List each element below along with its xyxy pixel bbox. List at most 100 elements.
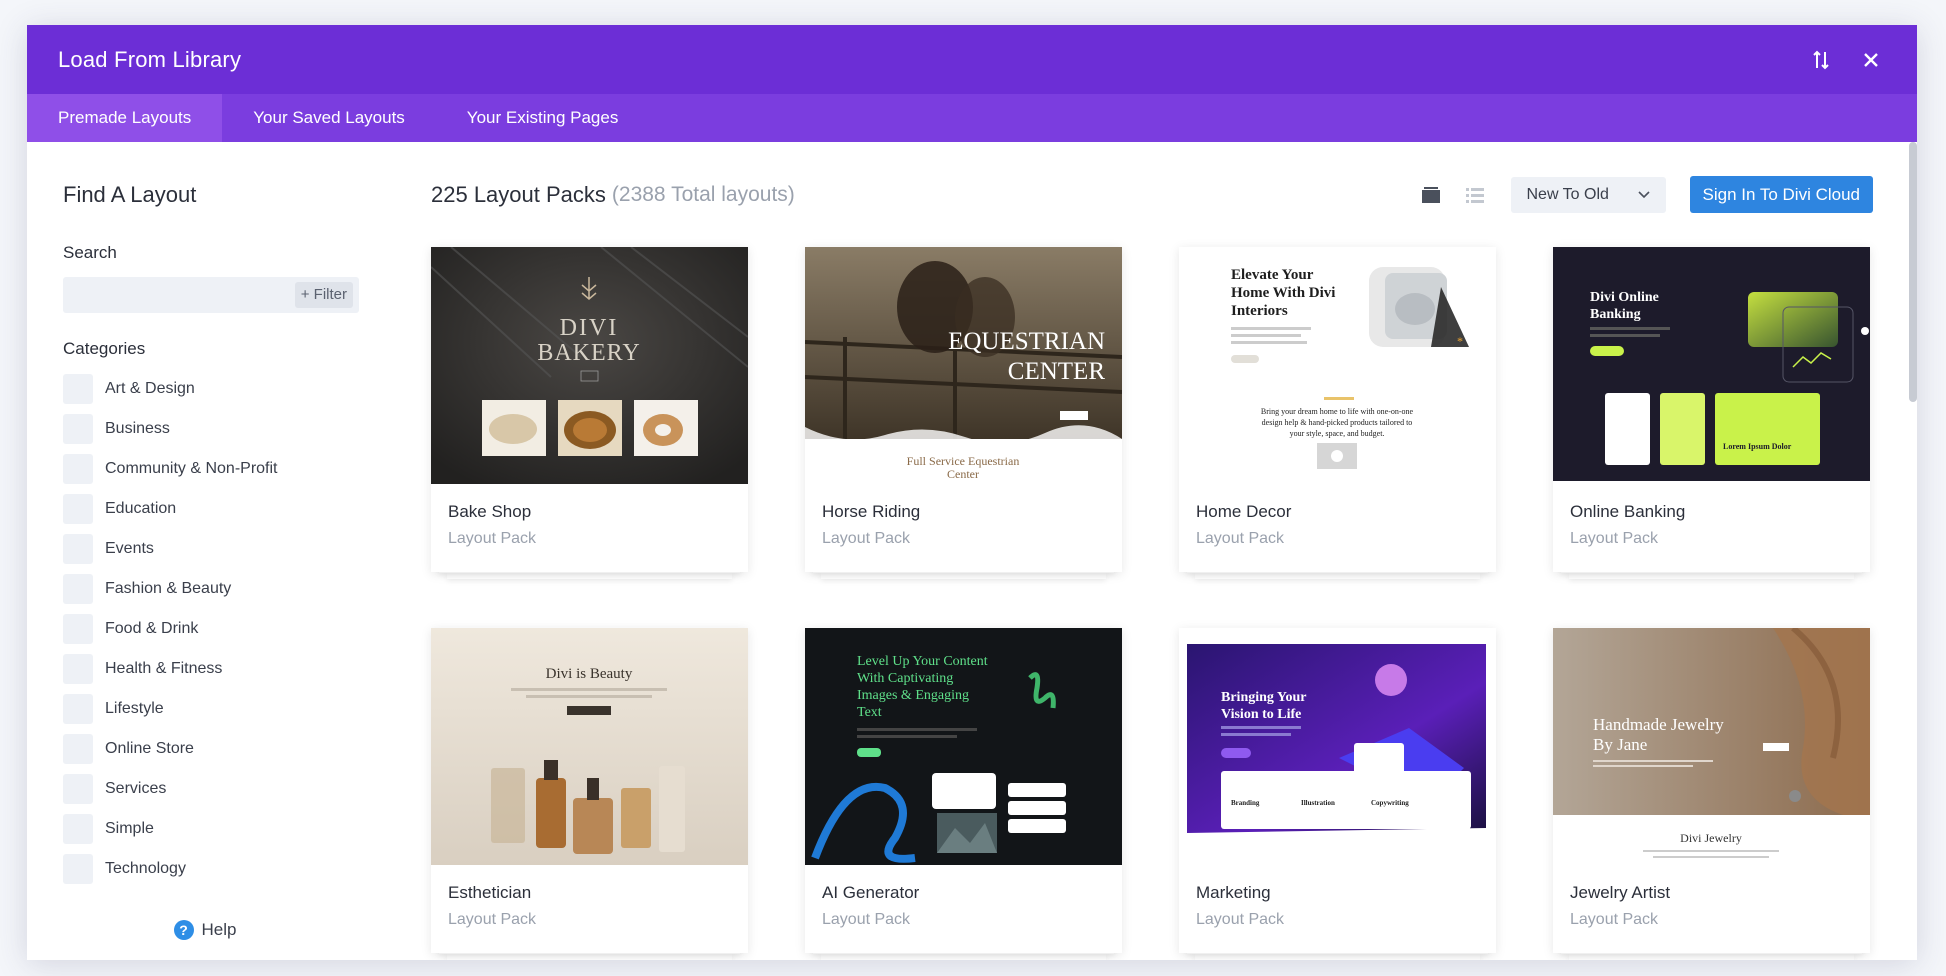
category-checkbox[interactable] bbox=[63, 574, 93, 604]
packs-count: 225 Layout Packs bbox=[431, 181, 606, 207]
layout-thumbnail: Level Up Your Content With Captivating I… bbox=[805, 628, 1122, 865]
sort-select[interactable]: New To Old bbox=[1510, 176, 1666, 213]
category-item-lifestyle[interactable]: Lifestyle bbox=[63, 689, 347, 729]
sort-toggle-icon[interactable] bbox=[1806, 45, 1836, 75]
sign-in-divi-cloud-button[interactable]: Sign In To Divi Cloud bbox=[1689, 176, 1873, 213]
category-label: Events bbox=[105, 540, 154, 557]
scrollbar-thumb[interactable] bbox=[1909, 142, 1917, 402]
modal-titlebar: Load From Library bbox=[27, 25, 1917, 94]
category-item-community[interactable]: Community & Non-Profit bbox=[63, 449, 347, 489]
card-type: Layout Pack bbox=[1196, 911, 1285, 928]
layout-card-home-decor[interactable]: Elevate Your Home With Divi Interiors * … bbox=[1179, 247, 1496, 579]
sort-value: New To Old bbox=[1526, 185, 1609, 203]
category-checkbox[interactable] bbox=[63, 814, 93, 844]
category-item-art-design[interactable]: Art & Design bbox=[63, 369, 347, 409]
sidebar-heading: Find A Layout bbox=[63, 182, 197, 207]
category-item-education[interactable]: Education bbox=[63, 489, 347, 529]
marketing-feature-2: Illustration bbox=[1301, 799, 1335, 807]
layout-thumbnail: Divi Online Banking Lorem Ipsum Dolor bbox=[1553, 247, 1870, 484]
card-title: Jewelry Artist bbox=[1570, 883, 1671, 902]
category-item-health-fitness[interactable]: Health & Fitness bbox=[63, 649, 347, 689]
homedecor-body-line1: Bring your dream home to life with one-o… bbox=[1261, 407, 1414, 416]
card-type: Layout Pack bbox=[1196, 530, 1285, 547]
bakery-title-line2: BAKERY bbox=[537, 340, 640, 366]
jewelry-title-line2: By Jane bbox=[1593, 735, 1647, 754]
category-item-business[interactable]: Business bbox=[63, 409, 347, 449]
equestrian-title-line1: EQUESTRIAN bbox=[948, 328, 1105, 355]
category-label: Fashion & Beauty bbox=[105, 580, 232, 597]
card-title: Marketing bbox=[1196, 883, 1271, 902]
category-item-fashion-beauty[interactable]: Fashion & Beauty bbox=[63, 569, 347, 609]
category-label: Community & Non-Profit bbox=[105, 460, 278, 477]
tab-your-saved-layouts[interactable]: Your Saved Layouts bbox=[222, 94, 436, 142]
tab-premade-layouts[interactable]: Premade Layouts bbox=[27, 94, 223, 142]
list-view-icon[interactable] bbox=[1461, 181, 1489, 209]
card-type: Layout Pack bbox=[448, 530, 537, 547]
category-item-technology[interactable]: Technology bbox=[63, 849, 347, 889]
category-checkbox[interactable] bbox=[63, 454, 93, 484]
category-checkbox[interactable] bbox=[63, 534, 93, 564]
banking-title-line2: Banking bbox=[1590, 307, 1641, 322]
packs-total: (2388 Total layouts) bbox=[611, 182, 795, 206]
banking-card-text: Lorem Ipsum Dolor bbox=[1723, 442, 1792, 451]
layout-thumbnail: Bringing Your Vision to Life Branding Il… bbox=[1179, 628, 1496, 865]
load-from-library-modal: Load From Library Premade Layouts Your S… bbox=[27, 25, 1917, 960]
modal-title: Load From Library bbox=[58, 46, 242, 72]
help-icon: ? bbox=[173, 920, 194, 940]
category-label: Art & Design bbox=[105, 380, 195, 397]
category-item-simple[interactable]: Simple bbox=[63, 809, 347, 849]
scrollbar[interactable] bbox=[1909, 142, 1917, 960]
category-checkbox[interactable] bbox=[63, 614, 93, 644]
category-item-events[interactable]: Events bbox=[63, 529, 347, 569]
ai-title-line2: With Captivating bbox=[857, 671, 953, 686]
layout-card-marketing[interactable]: Bringing Your Vision to Life Branding Il… bbox=[1179, 628, 1496, 960]
layout-thumbnail: EQUESTRIAN CENTER Full Service Equestria… bbox=[805, 247, 1122, 484]
search-input[interactable]: + Filter bbox=[63, 277, 359, 313]
layout-card-ai-generator[interactable]: Level Up Your Content With Captivating I… bbox=[805, 628, 1122, 960]
category-label: Education bbox=[105, 500, 177, 517]
layout-thumbnail: Divi is Beauty bbox=[431, 628, 748, 865]
category-checkbox[interactable] bbox=[63, 774, 93, 804]
jewelry-title-line1: Handmade Jewelry bbox=[1593, 715, 1724, 734]
category-checkbox[interactable] bbox=[63, 734, 93, 764]
grid-view-icon[interactable] bbox=[1417, 181, 1445, 209]
marketing-feature-1: Branding bbox=[1231, 799, 1260, 807]
layout-grid: DIVI BAKERY Bake Shop Layout Pack EQUEST… bbox=[431, 247, 1873, 960]
close-icon[interactable] bbox=[1856, 45, 1886, 75]
results-header: 225 Layout Packs (2388 Total layouts) Ne… bbox=[431, 142, 1873, 247]
equestrian-sub-line2: Center bbox=[947, 467, 979, 481]
category-checkbox[interactable] bbox=[63, 494, 93, 524]
layout-card-horse-riding[interactable]: EQUESTRIAN CENTER Full Service Equestria… bbox=[805, 247, 1122, 579]
layout-card-jewelry-artist[interactable]: Handmade Jewelry By Jane Divi Jewelry Je… bbox=[1553, 628, 1870, 960]
ai-title-line4: Text bbox=[857, 705, 882, 720]
category-checkbox[interactable] bbox=[63, 654, 93, 684]
layout-thumbnail: Elevate Your Home With Divi Interiors * … bbox=[1179, 247, 1496, 484]
layout-browser: 225 Layout Packs (2388 Total layouts) Ne… bbox=[383, 142, 1917, 960]
help-link[interactable]: ? Help bbox=[27, 920, 383, 940]
help-label: Help bbox=[201, 920, 237, 939]
card-title: Bake Shop bbox=[448, 502, 532, 521]
search-label: Search bbox=[63, 243, 117, 262]
homedecor-title-line2: Home With Divi bbox=[1231, 285, 1335, 301]
category-checkbox[interactable] bbox=[63, 694, 93, 724]
equestrian-title-line2: CENTER bbox=[1008, 358, 1106, 385]
layout-card-online-banking[interactable]: Divi Online Banking Lorem Ipsum Dolor On… bbox=[1553, 247, 1870, 579]
category-label: Business bbox=[105, 420, 170, 437]
ai-title-line1: Level Up Your Content bbox=[857, 654, 988, 669]
category-checkbox[interactable] bbox=[63, 854, 93, 884]
layout-thumbnail: Handmade Jewelry By Jane Divi Jewelry bbox=[1553, 628, 1870, 865]
card-type: Layout Pack bbox=[822, 911, 911, 928]
category-label: Lifestyle bbox=[105, 700, 164, 717]
layout-card-esthetician[interactable]: Divi is Beauty Esthetician Layout Pack bbox=[431, 628, 748, 960]
category-checkbox[interactable] bbox=[63, 414, 93, 444]
equestrian-sub-line1: Full Service Equestrian bbox=[907, 454, 1020, 468]
category-checkbox[interactable] bbox=[63, 374, 93, 404]
filter-button[interactable]: + Filter bbox=[294, 282, 353, 308]
category-item-food-drink[interactable]: Food & Drink bbox=[63, 609, 347, 649]
beauty-title: Divi is Beauty bbox=[546, 666, 633, 682]
jewelry-sub: Divi Jewelry bbox=[1680, 831, 1742, 845]
tab-your-existing-pages[interactable]: Your Existing Pages bbox=[436, 94, 650, 142]
category-item-services[interactable]: Services bbox=[63, 769, 347, 809]
category-item-online-store[interactable]: Online Store bbox=[63, 729, 347, 769]
layout-card-bake-shop[interactable]: DIVI BAKERY Bake Shop Layout Pack bbox=[431, 247, 748, 579]
